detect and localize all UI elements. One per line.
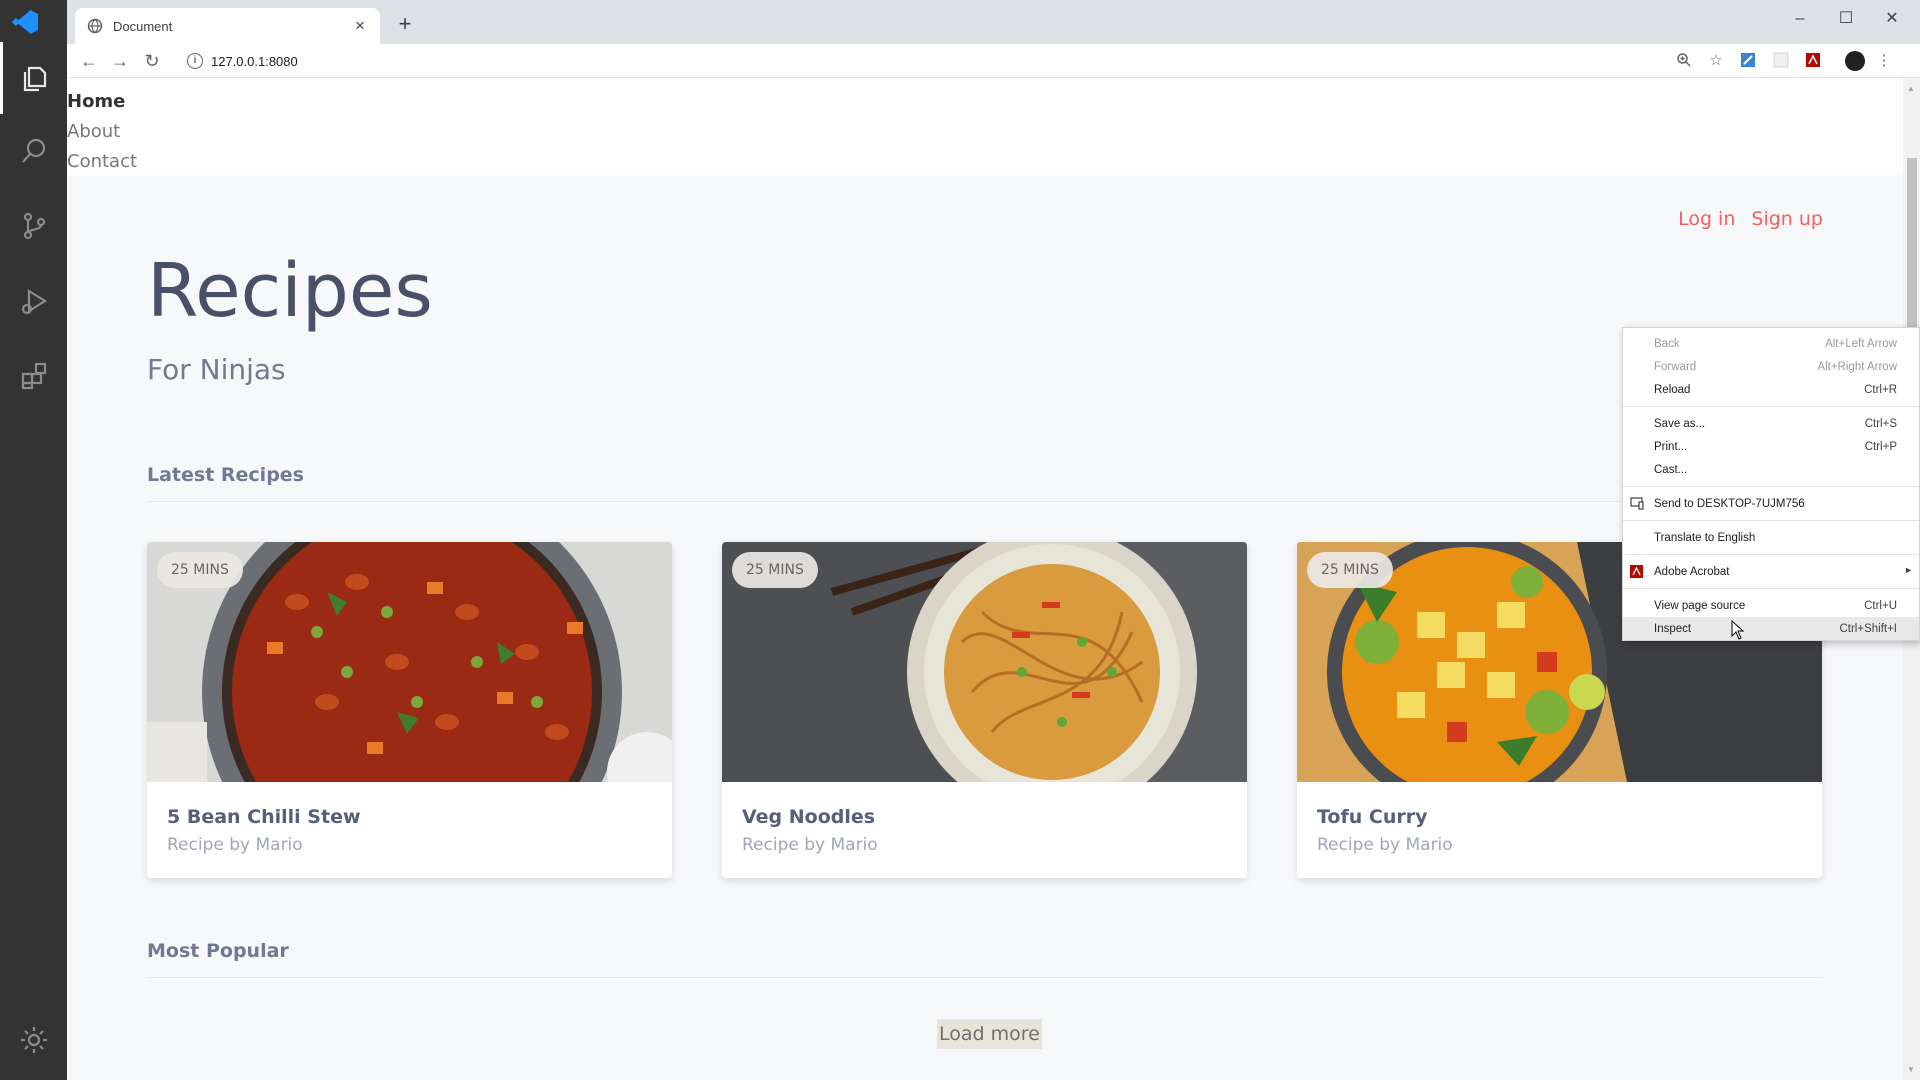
reload-icon[interactable]: ↻ xyxy=(140,49,164,73)
search-icon[interactable] xyxy=(0,115,67,187)
nav-home-link[interactable]: Home xyxy=(67,87,1903,117)
menu-item-label: Back xyxy=(1654,337,1680,350)
extensions-icon[interactable] xyxy=(0,340,67,412)
menu-item-adobe-acrobat[interactable]: Adobe Acrobat ► xyxy=(1623,560,1919,583)
menu-kebab-icon[interactable]: ⋮ xyxy=(1875,52,1893,70)
extension-blank-icon[interactable] xyxy=(1772,52,1790,70)
menu-item-cast[interactable]: Cast... xyxy=(1623,458,1919,481)
menu-item-label: View page source xyxy=(1654,599,1746,612)
scroll-up-icon[interactable]: ▲ xyxy=(1907,84,1915,93)
extension-blue-icon[interactable] xyxy=(1739,52,1757,70)
recipe-byline: Recipe by Mario xyxy=(1317,835,1453,855)
zoom-icon[interactable] xyxy=(1675,52,1693,70)
menu-item-view-source[interactable]: View page source Ctrl+U xyxy=(1623,594,1919,617)
back-arrow-icon[interactable]: ← xyxy=(77,49,101,73)
time-badge: 25 MINS xyxy=(157,552,243,588)
adobe-acrobat-icon[interactable] xyxy=(1804,52,1822,70)
menu-item-save-as[interactable]: Save as... Ctrl+S xyxy=(1623,412,1919,435)
explorer-icon[interactable] xyxy=(0,42,67,114)
menu-item-shortcut: Ctrl+Shift+I xyxy=(1839,622,1897,635)
scroll-down-icon[interactable]: ▼ xyxy=(1907,1065,1915,1074)
maximize-button[interactable]: ☐ xyxy=(1823,4,1869,34)
latest-recipes-heading: Latest Recipes xyxy=(147,464,304,486)
adobe-acrobat-icon xyxy=(1630,565,1643,578)
recipe-title[interactable]: 5 Bean Chilli Stew xyxy=(167,806,361,828)
submenu-arrow-icon: ► xyxy=(1904,565,1913,575)
login-link[interactable]: Log in xyxy=(1678,208,1735,230)
menu-item-reload[interactable]: Reload Ctrl+R xyxy=(1623,378,1919,401)
menu-item-shortcut: Ctrl+R xyxy=(1864,383,1897,396)
close-window-button[interactable]: ✕ xyxy=(1869,4,1915,34)
browser-toolbar: ← → ↻ i 127.0.0.1:8080 ☆ ⋮ xyxy=(67,44,1920,78)
minimize-button[interactable]: – xyxy=(1777,4,1823,34)
tab-close-icon[interactable]: × xyxy=(352,16,368,36)
most-popular-heading: Most Popular xyxy=(147,940,289,962)
menu-item-shortcut: Ctrl+U xyxy=(1864,599,1897,612)
browser-tab-strip: Document × + – ☐ ✕ xyxy=(67,0,1920,44)
send-to-device-icon xyxy=(1630,497,1644,510)
menu-item-shortcut: Ctrl+S xyxy=(1864,417,1897,430)
menu-item-shortcut: Ctrl+P xyxy=(1864,440,1897,453)
auth-links: Log in Sign up xyxy=(1668,208,1823,230)
menu-item-label: Cast... xyxy=(1654,463,1688,476)
signup-link[interactable]: Sign up xyxy=(1751,208,1823,230)
menu-item-label: Translate to English xyxy=(1654,531,1756,544)
menu-item-shortcut: Alt+Right Arrow xyxy=(1817,360,1897,373)
menu-item-forward[interactable]: Forward Alt+Right Arrow xyxy=(1623,355,1919,378)
menu-item-shortcut: Alt+Left Arrow xyxy=(1825,337,1897,350)
menu-separator xyxy=(1623,554,1919,555)
divider xyxy=(147,501,1823,502)
menu-item-label: Send to DESKTOP-7UJM756 xyxy=(1654,497,1805,510)
mouse-cursor-icon xyxy=(1731,620,1745,640)
vscode-activity-bar xyxy=(0,0,67,1080)
tab-title: Document xyxy=(113,18,173,34)
address-bar[interactable]: i 127.0.0.1:8080 xyxy=(177,47,1717,75)
context-menu: Back Alt+Left Arrow Forward Alt+Right Ar… xyxy=(1622,327,1920,641)
forward-arrow-icon[interactable]: → xyxy=(108,49,132,73)
menu-item-label: Forward xyxy=(1654,360,1697,373)
menu-item-label: Save as... xyxy=(1654,417,1706,430)
page-title: Recipes xyxy=(147,248,433,334)
globe-icon xyxy=(87,18,103,34)
menu-item-back[interactable]: Back Alt+Left Arrow xyxy=(1623,332,1919,355)
recipe-card[interactable]: 25 MINS 5 Bean Chilli Stew Recipe by Mar… xyxy=(147,542,672,878)
time-badge: 25 MINS xyxy=(1307,552,1393,588)
vscode-logo-icon xyxy=(12,9,38,35)
url-text[interactable]: 127.0.0.1:8080 xyxy=(211,54,298,69)
menu-item-inspect[interactable]: Inspect Ctrl+Shift+I xyxy=(1623,617,1919,640)
site-navigation: Home About Contact xyxy=(67,78,1903,175)
recipe-card[interactable]: 25 MINS Veg Noodles Recipe by Mario xyxy=(722,542,1247,878)
menu-item-label: Print... xyxy=(1654,440,1688,453)
divider xyxy=(147,977,1823,978)
scrollbar-thumb[interactable] xyxy=(1907,158,1917,328)
recipe-title[interactable]: Tofu Curry xyxy=(1317,806,1428,828)
menu-item-print[interactable]: Print... Ctrl+P xyxy=(1623,435,1919,458)
settings-gear-icon[interactable] xyxy=(0,1004,67,1076)
new-tab-button[interactable]: + xyxy=(393,12,417,36)
menu-separator xyxy=(1623,486,1919,487)
page-subtitle: For Ninjas xyxy=(147,353,286,386)
source-control-icon[interactable] xyxy=(0,190,67,262)
time-badge: 25 MINS xyxy=(732,552,818,588)
recipe-title[interactable]: Veg Noodles xyxy=(742,806,875,828)
menu-separator xyxy=(1623,406,1919,407)
nav-contact-link[interactable]: Contact xyxy=(67,147,1903,177)
menu-item-send-to-device[interactable]: Send to DESKTOP-7UJM756 xyxy=(1623,492,1919,515)
menu-item-label: Adobe Acrobat xyxy=(1654,565,1730,578)
menu-separator xyxy=(1623,520,1919,521)
site-info-icon[interactable]: i xyxy=(187,53,203,69)
profile-avatar[interactable] xyxy=(1844,50,1866,72)
menu-item-translate[interactable]: Translate to English xyxy=(1623,526,1919,549)
browser-tab[interactable]: Document × xyxy=(75,8,380,44)
menu-item-label: Reload xyxy=(1654,383,1691,396)
recipe-byline: Recipe by Mario xyxy=(167,835,303,855)
load-more-button[interactable]: Load more xyxy=(937,1019,1042,1049)
nav-about-link[interactable]: About xyxy=(67,117,1903,147)
menu-separator xyxy=(1623,588,1919,589)
run-debug-icon[interactable] xyxy=(0,265,67,337)
recipe-byline: Recipe by Mario xyxy=(742,835,878,855)
bookmark-star-icon[interactable]: ☆ xyxy=(1707,52,1725,70)
menu-item-label: Inspect xyxy=(1654,622,1692,635)
